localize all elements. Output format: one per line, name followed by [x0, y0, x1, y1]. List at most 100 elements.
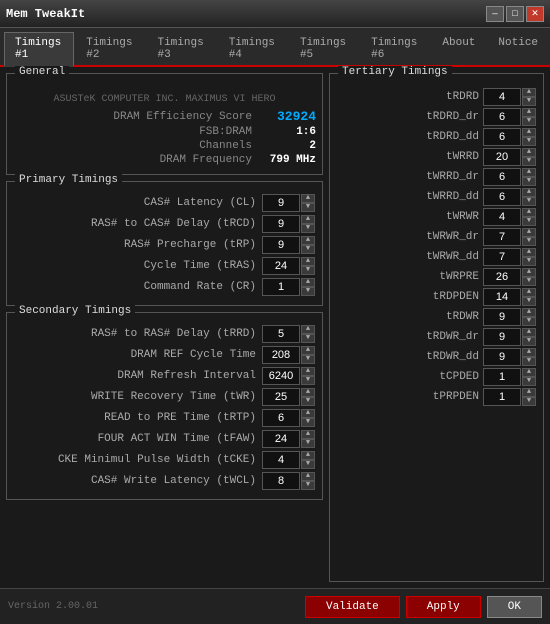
spin-up[interactable]: ▲	[522, 188, 536, 197]
spin-down[interactable]: ▼	[522, 357, 536, 366]
spin-up[interactable]: ▲	[522, 148, 536, 157]
spin-down[interactable]: ▼	[301, 439, 315, 448]
spin-down[interactable]: ▼	[301, 266, 315, 275]
spin-down[interactable]: ▼	[301, 203, 315, 212]
spin-up[interactable]: ▲	[301, 409, 315, 418]
spin-up[interactable]: ▲	[301, 257, 315, 266]
spin-up[interactable]: ▲	[301, 236, 315, 245]
spin-up[interactable]: ▲	[301, 346, 315, 355]
timing-input[interactable]	[262, 430, 300, 448]
spin-down[interactable]: ▼	[522, 277, 536, 286]
spin-down[interactable]: ▼	[522, 117, 536, 126]
spin-down[interactable]: ▼	[522, 377, 536, 386]
timing-input[interactable]	[262, 409, 300, 427]
spin-up[interactable]: ▲	[522, 168, 536, 177]
tertiary-input[interactable]	[483, 348, 521, 366]
tab-timings6[interactable]: Timings #6	[360, 32, 430, 65]
spin-up[interactable]: ▲	[301, 388, 315, 397]
tab-timings4[interactable]: Timings #4	[218, 32, 288, 65]
spin-up[interactable]: ▲	[301, 278, 315, 287]
tertiary-input[interactable]	[483, 128, 521, 146]
spin-up[interactable]: ▲	[522, 228, 536, 237]
spin-down[interactable]: ▼	[522, 397, 536, 406]
spin-down[interactable]: ▼	[522, 197, 536, 206]
spin-up[interactable]: ▲	[301, 472, 315, 481]
timing-input[interactable]	[262, 257, 300, 275]
spin-down[interactable]: ▼	[522, 177, 536, 186]
spin-up[interactable]: ▲	[522, 108, 536, 117]
tertiary-input[interactable]	[483, 368, 521, 386]
tab-notice[interactable]: Notice	[487, 32, 549, 65]
spin-up[interactable]: ▲	[301, 367, 315, 376]
spin-up[interactable]: ▲	[522, 268, 536, 277]
maximize-button[interactable]: □	[506, 6, 524, 22]
tab-timings3[interactable]: Timings #3	[146, 32, 216, 65]
tertiary-input[interactable]	[483, 228, 521, 246]
spin-down[interactable]: ▼	[522, 337, 536, 346]
spin-down[interactable]: ▼	[522, 217, 536, 226]
spin-down[interactable]: ▼	[522, 137, 536, 146]
spin-up[interactable]: ▲	[522, 208, 536, 217]
apply-button[interactable]: Apply	[406, 596, 481, 618]
spin-up[interactable]: ▲	[522, 368, 536, 377]
spin-down[interactable]: ▼	[301, 334, 315, 343]
timing-input[interactable]	[262, 236, 300, 254]
spin-down[interactable]: ▼	[522, 297, 536, 306]
spin-up[interactable]: ▲	[522, 328, 536, 337]
timing-input[interactable]	[262, 472, 300, 490]
timing-input[interactable]	[262, 215, 300, 233]
minimize-button[interactable]: —	[486, 6, 504, 22]
tertiary-input[interactable]	[483, 388, 521, 406]
timing-input[interactable]	[262, 367, 300, 385]
spin-down[interactable]: ▼	[301, 355, 315, 364]
spin-down[interactable]: ▼	[301, 376, 315, 385]
spin-up[interactable]: ▲	[522, 88, 536, 97]
spin-up[interactable]: ▲	[301, 451, 315, 460]
tertiary-input[interactable]	[483, 268, 521, 286]
ok-button[interactable]: OK	[487, 596, 542, 618]
spin-up[interactable]: ▲	[522, 388, 536, 397]
spin-up[interactable]: ▲	[522, 348, 536, 357]
spin-up[interactable]: ▲	[522, 248, 536, 257]
spin-down[interactable]: ▼	[301, 418, 315, 427]
spin-down[interactable]: ▼	[522, 157, 536, 166]
spin-down[interactable]: ▼	[301, 460, 315, 469]
spin-down[interactable]: ▼	[301, 397, 315, 406]
timing-input[interactable]	[262, 278, 300, 296]
spin-up[interactable]: ▲	[301, 194, 315, 203]
timing-input[interactable]	[262, 451, 300, 469]
tertiary-input[interactable]	[483, 308, 521, 326]
tertiary-input[interactable]	[483, 188, 521, 206]
tab-timings5[interactable]: Timings #5	[289, 32, 359, 65]
spin-down[interactable]: ▼	[301, 245, 315, 254]
spin-down[interactable]: ▼	[301, 224, 315, 233]
spin-down[interactable]: ▼	[522, 257, 536, 266]
close-button[interactable]: ✕	[526, 6, 544, 22]
spin-down[interactable]: ▼	[301, 481, 315, 490]
spin-down[interactable]: ▼	[522, 97, 536, 106]
tab-timings2[interactable]: Timings #2	[75, 32, 145, 65]
spin-up[interactable]: ▲	[301, 215, 315, 224]
tertiary-input[interactable]	[483, 208, 521, 226]
tertiary-input[interactable]	[483, 148, 521, 166]
timing-input[interactable]	[262, 194, 300, 212]
tab-about[interactable]: About	[431, 32, 486, 65]
tertiary-input[interactable]	[483, 108, 521, 126]
spin-up[interactable]: ▲	[301, 430, 315, 439]
tertiary-input[interactable]	[483, 168, 521, 186]
tertiary-input[interactable]	[483, 248, 521, 266]
spin-up[interactable]: ▲	[522, 308, 536, 317]
timing-input[interactable]	[262, 325, 300, 343]
spin-up[interactable]: ▲	[522, 128, 536, 137]
tab-timings1[interactable]: Timings #1	[4, 32, 74, 67]
spin-down[interactable]: ▼	[301, 287, 315, 296]
spin-up[interactable]: ▲	[301, 325, 315, 334]
spin-down[interactable]: ▼	[522, 317, 536, 326]
validate-button[interactable]: Validate	[305, 596, 400, 618]
tertiary-input[interactable]	[483, 288, 521, 306]
tertiary-input[interactable]	[483, 328, 521, 346]
spin-down[interactable]: ▼	[522, 237, 536, 246]
tertiary-input[interactable]	[483, 88, 521, 106]
timing-input[interactable]	[262, 346, 300, 364]
timing-input[interactable]	[262, 388, 300, 406]
